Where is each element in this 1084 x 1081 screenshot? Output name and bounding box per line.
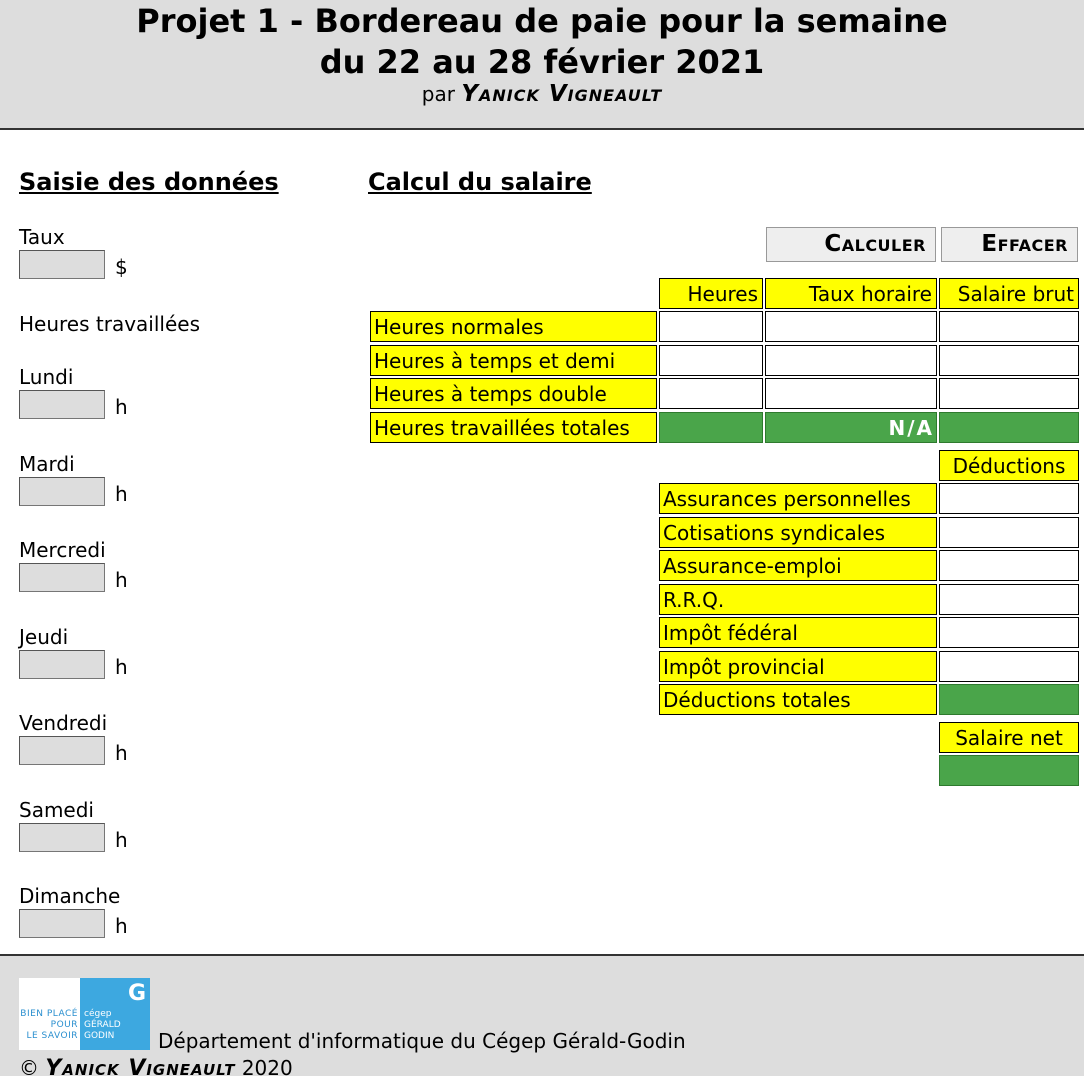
deductions-header: Déductions xyxy=(939,450,1079,481)
day-label-mercredi: Mercredi xyxy=(19,538,106,562)
rate-label: Taux xyxy=(19,225,65,249)
copyright-year: 2020 xyxy=(241,1056,293,1080)
copyright-author: Yanick Vigneault xyxy=(45,1056,236,1081)
deduction-provincial-output xyxy=(939,651,1079,682)
page-header: Projet 1 - Bordereau de paie pour la sem… xyxy=(0,0,1084,130)
day-label-mardi: Mardi xyxy=(19,452,75,476)
input-section-title: Saisie des données xyxy=(19,168,279,196)
double-gross-output xyxy=(939,378,1079,409)
time-half-rate-output xyxy=(765,345,937,376)
double-hours-output xyxy=(659,378,763,409)
hours-unit: h xyxy=(115,828,128,852)
calc-section-title: Calcul du salaire xyxy=(368,168,592,196)
deduction-union-output xyxy=(939,517,1079,548)
normal-gross-output xyxy=(939,311,1079,342)
day-label-jeudi: Jeudi xyxy=(19,625,69,649)
deduction-federal-output xyxy=(939,617,1079,648)
logo-name: cégep GÉRALD GODIN xyxy=(84,1009,121,1041)
col-header-rate: Taux horaire xyxy=(765,278,937,309)
logo-letter: G xyxy=(127,981,146,1006)
hours-unit: h xyxy=(115,914,128,938)
day-label-lundi: Lundi xyxy=(19,365,74,389)
page-footer: BIEN PLACÉ POUR LE SAVOIR G cégep GÉRALD… xyxy=(0,954,1084,1081)
deduction-label-union: Cotisations syndicales xyxy=(659,517,937,548)
normal-hours-output xyxy=(659,311,763,342)
page-title-line2: du 22 au 28 février 2021 xyxy=(319,43,765,81)
row-label-time-half: Heures à temps et demi xyxy=(370,345,657,376)
net-pay-header: Salaire net xyxy=(939,722,1079,753)
hours-input-samedi[interactable] xyxy=(19,823,105,852)
hours-unit: h xyxy=(115,482,128,506)
deduction-label-total: Déductions totales xyxy=(659,684,937,715)
hours-input-jeudi[interactable] xyxy=(19,650,105,679)
logo-blue-block: G cégep GÉRALD GODIN xyxy=(80,978,150,1050)
logo-slogan: BIEN PLACÉ POUR LE SAVOIR xyxy=(20,1009,78,1041)
net-pay-output xyxy=(939,755,1079,786)
row-label-double: Heures à temps double xyxy=(370,378,657,409)
day-label-vendredi: Vendredi xyxy=(19,711,108,735)
calculate-button[interactable]: Calculer xyxy=(766,227,936,262)
hours-unit: h xyxy=(115,395,128,419)
normal-rate-output xyxy=(765,311,937,342)
hours-input-dimanche[interactable] xyxy=(19,909,105,938)
hours-heading: Heures travaillées xyxy=(19,312,200,336)
total-gross-output xyxy=(939,412,1079,443)
page-title-line1: Projet 1 - Bordereau de paie pour la sem… xyxy=(136,2,948,40)
deduction-ei-output xyxy=(939,550,1079,581)
row-label-normal: Heures normales xyxy=(370,311,657,342)
col-header-hours: Heures xyxy=(659,278,763,309)
day-label-dimanche: Dimanche xyxy=(19,884,121,908)
deduction-label-provincial: Impôt provincial xyxy=(659,651,937,682)
col-header-gross: Salaire brut xyxy=(939,278,1079,309)
copyright-line: © Yanick Vigneault 2020 xyxy=(19,1056,293,1081)
author-line: par Yanick Vigneault xyxy=(0,81,1084,107)
deduction-total-output xyxy=(939,684,1079,715)
deduction-label-rrq: R.R.Q. xyxy=(659,584,937,615)
author-name: Yanick Vigneault xyxy=(461,81,663,107)
clear-button[interactable]: Effacer xyxy=(941,227,1078,262)
rate-input[interactable] xyxy=(19,250,105,279)
rate-unit: $ xyxy=(115,255,128,279)
hours-input-mardi[interactable] xyxy=(19,477,105,506)
double-rate-output xyxy=(765,378,937,409)
hours-input-lundi[interactable] xyxy=(19,390,105,419)
total-rate-na: N/A xyxy=(765,412,937,443)
time-half-gross-output xyxy=(939,345,1079,376)
hours-unit: h xyxy=(115,741,128,765)
deduction-label-ei: Assurance-emploi xyxy=(659,550,937,581)
day-label-samedi: Samedi xyxy=(19,798,94,822)
deduction-label-insurance: Assurances personnelles xyxy=(659,483,937,514)
deduction-rrq-output xyxy=(939,584,1079,615)
time-half-hours-output xyxy=(659,345,763,376)
deduction-label-federal: Impôt fédéral xyxy=(659,617,937,648)
hours-input-vendredi[interactable] xyxy=(19,736,105,765)
total-hours-output xyxy=(659,412,763,443)
cegep-logo: BIEN PLACÉ POUR LE SAVOIR G cégep GÉRALD… xyxy=(19,978,150,1050)
deduction-insurance-output xyxy=(939,483,1079,514)
hours-unit: h xyxy=(115,568,128,592)
row-label-total-hours: Heures travaillées totales xyxy=(370,412,657,443)
hours-input-mercredi[interactable] xyxy=(19,563,105,592)
copyright-symbol: © xyxy=(19,1056,39,1080)
department-text: Département d'informatique du Cégep Géra… xyxy=(158,1029,686,1053)
hours-unit: h xyxy=(115,655,128,679)
by-prefix: par xyxy=(421,82,455,106)
